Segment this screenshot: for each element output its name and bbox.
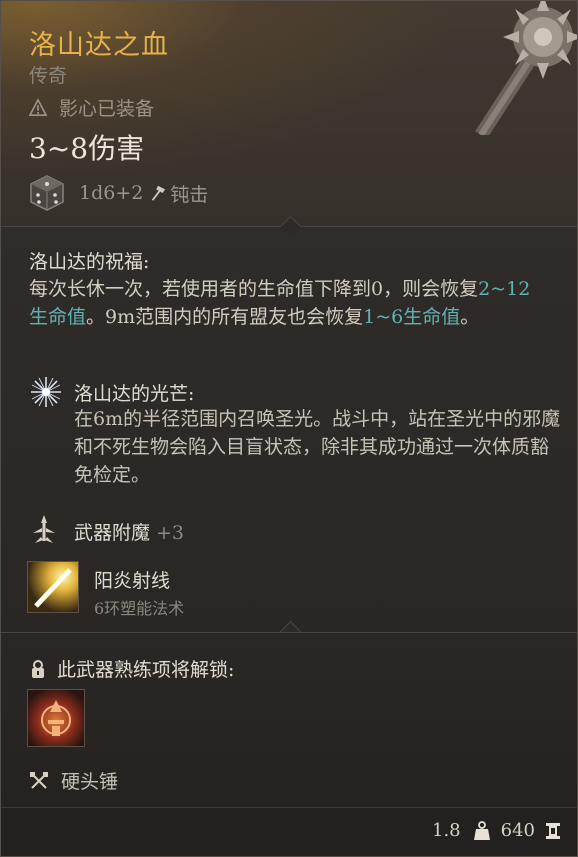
spell-icon[interactable]	[27, 561, 79, 613]
tooltip-header: 洛山达之血 传奇 影心已装备 3~8伤害 1d6+2 钝击	[1, 1, 577, 238]
weapon-type: 硬头锤	[61, 771, 119, 793]
tooltip-body: 洛山达的祝福: 每次长休一次，若使用者的生命值下降到0，则会恢复2~12生命值。…	[1, 227, 577, 643]
proficiency-title-row: 此武器熟练项将解锁:	[29, 655, 234, 682]
damage-type: 钝击	[170, 183, 209, 206]
equip-status-text: 影心已装备	[59, 98, 155, 120]
radiance-title: 洛山达的光芒:	[74, 383, 195, 405]
equip-status: 影心已装备	[29, 94, 154, 121]
item-value: 640	[500, 820, 535, 841]
footer-stats: 1.8 640	[432, 820, 561, 841]
item-weight: 1.8	[432, 820, 461, 841]
weapon-art	[475, 1, 577, 135]
gold-icon	[546, 822, 560, 839]
mastery-icon	[28, 690, 84, 746]
enchant-icon	[33, 515, 55, 543]
enchantment-value: +3	[156, 522, 185, 544]
heal-amount-allies: 1~6生命值	[363, 306, 461, 328]
spell-name: 阳炎射线	[94, 570, 171, 592]
damage-dice-row: 1d6+2 钝击	[27, 173, 208, 213]
enchantment-row: 武器附魔 +3	[74, 518, 184, 545]
sunbeam-icon	[28, 562, 78, 612]
proficiency-section: 此武器熟练项将解锁: 硬头锤	[1, 632, 577, 809]
blessing-text-part: 每次长休一次，若使用者的生命值下降到0，则会恢复	[29, 278, 479, 300]
lock-icon	[32, 659, 44, 678]
weight-icon	[473, 820, 490, 840]
warning-icon	[29, 98, 47, 116]
blessing-text-part: 。9m范围内的所有盟友也会恢复	[86, 306, 364, 328]
radiance-icon	[31, 377, 61, 407]
damage-range: 3~8伤害	[29, 132, 145, 165]
proficiency-icon[interactable]	[27, 689, 85, 747]
enchantment-label: 武器附魔	[74, 522, 151, 544]
blessing-text: 每次长休一次，若使用者的生命值下降到0，则会恢复2~12生命值。9m范围内的所有…	[29, 275, 549, 331]
dice-icon	[30, 175, 64, 211]
bludgeon-icon	[152, 185, 166, 201]
spell-subtitle: 6环塑能法术	[94, 599, 185, 618]
weapon-type-row: 硬头锤	[29, 767, 118, 794]
blessing-text-part: 。	[460, 306, 480, 328]
item-tooltip: 洛山达之血 传奇 影心已装备 3~8伤害 1d6+2 钝击 洛山达的祝福: 每次…	[0, 0, 578, 857]
blessing-title: 洛山达的祝福:	[29, 251, 150, 273]
item-rarity: 传奇	[29, 65, 68, 87]
proficiency-title: 此武器熟练项将解锁:	[57, 659, 235, 681]
radiance-text: 在6m的半径范围内召唤圣光。战斗中，站在圣光中的邪魔和不死生物会陷入目盲状态，除…	[74, 408, 561, 486]
item-name: 洛山达之血	[29, 30, 169, 61]
mace-icon	[30, 771, 48, 789]
tooltip-footer: 1.8 640	[1, 807, 577, 856]
damage-dice: 1d6+2	[79, 182, 144, 204]
